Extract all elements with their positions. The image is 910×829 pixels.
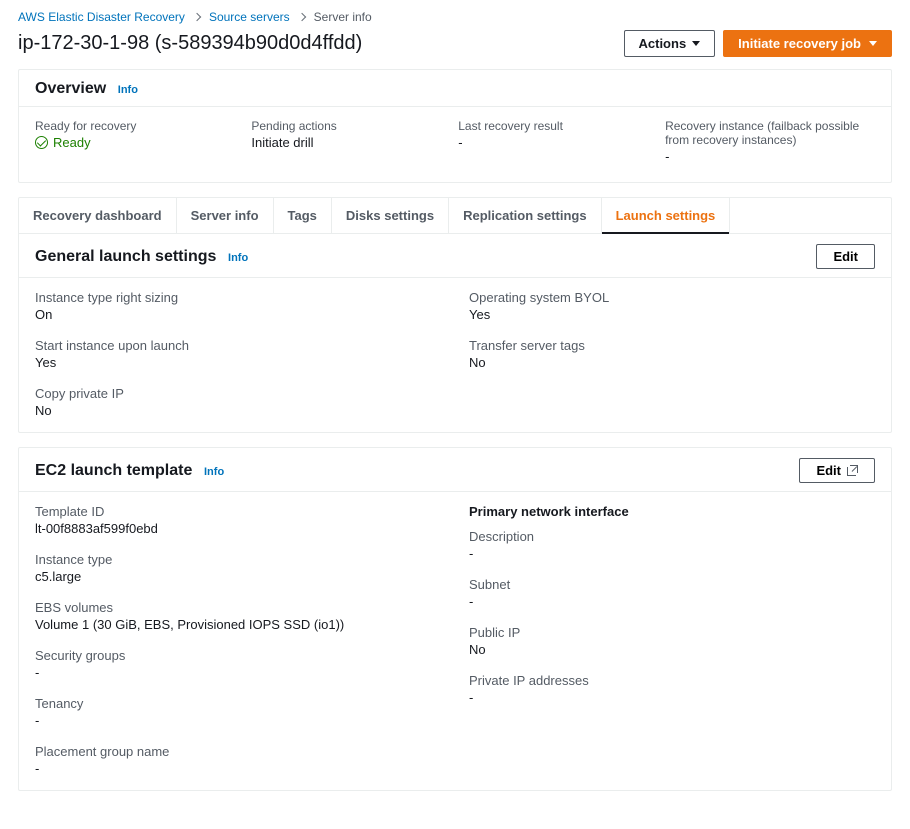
instance-type-label: Instance type	[35, 552, 441, 567]
overview-heading: Overview	[35, 80, 106, 97]
ebs-label: EBS volumes	[35, 600, 441, 615]
actions-menu-button[interactable]: Actions	[624, 30, 716, 57]
caret-down-icon	[869, 41, 877, 46]
ec2-template-heading: EC2 launch template	[35, 462, 192, 479]
tabs: Recovery dashboard Server info Tags Disk…	[18, 197, 892, 233]
right-sizing-value: On	[35, 307, 441, 322]
general-launch-info-link[interactable]: Info	[228, 252, 248, 264]
general-launch-edit-button[interactable]: Edit	[816, 244, 875, 269]
start-instance-label: Start instance upon launch	[35, 338, 441, 353]
breadcrumb-current: Server info	[314, 10, 372, 24]
pending-label: Pending actions	[251, 119, 442, 133]
overview-info-link[interactable]: Info	[118, 84, 138, 96]
placement-group-label: Placement group name	[35, 744, 441, 759]
subnet-value: -	[469, 594, 875, 609]
ec2-template-header: EC2 launch template Info Edit	[19, 448, 891, 491]
tab-disks-settings[interactable]: Disks settings	[332, 198, 449, 233]
public-ip-label: Public IP	[469, 625, 875, 640]
private-ip-value: -	[469, 690, 875, 705]
ec2-template-edit-button[interactable]: Edit	[799, 458, 875, 483]
os-byol-label: Operating system BYOL	[469, 290, 875, 305]
page-title: ip-172-30-1-98 (s-589394b90d0d4ffdd)	[18, 32, 362, 55]
breadcrumb-source-servers[interactable]: Source servers	[209, 10, 290, 24]
recovery-instance-value: -	[665, 149, 875, 164]
copy-ip-label: Copy private IP	[35, 386, 441, 401]
edit-label: Edit	[833, 249, 858, 264]
instance-type-value: c5.large	[35, 569, 441, 584]
transfer-tags-label: Transfer server tags	[469, 338, 875, 353]
description-value: -	[469, 546, 875, 561]
private-ip-label: Private IP addresses	[469, 673, 875, 688]
tab-server-info[interactable]: Server info	[177, 198, 274, 233]
transfer-tags-value: No	[469, 355, 875, 370]
ready-label: Ready for recovery	[35, 119, 235, 133]
page-header: ip-172-30-1-98 (s-589394b90d0d4ffdd) Act…	[18, 30, 892, 57]
breadcrumb: AWS Elastic Disaster Recovery Source ser…	[18, 10, 892, 24]
initiate-recovery-button[interactable]: Initiate recovery job	[723, 30, 892, 57]
overview-panel: Overview Info Ready for recovery Ready P…	[18, 69, 892, 183]
primary-network-interface-heading: Primary network interface	[469, 504, 875, 519]
caret-down-icon	[692, 41, 700, 46]
security-groups-label: Security groups	[35, 648, 441, 663]
pending-value: Initiate drill	[251, 135, 442, 150]
header-actions: Actions Initiate recovery job	[624, 30, 893, 57]
template-id-value: lt-00f8883af599f0ebd	[35, 521, 441, 536]
primary-label: Initiate recovery job	[738, 36, 861, 51]
placement-group-value: -	[35, 761, 441, 776]
ec2-template-info-link[interactable]: Info	[204, 466, 224, 478]
tenancy-value: -	[35, 713, 441, 728]
last-result-label: Last recovery result	[458, 119, 649, 133]
breadcrumb-root[interactable]: AWS Elastic Disaster Recovery	[18, 10, 185, 24]
tab-tags[interactable]: Tags	[274, 198, 332, 233]
check-circle-icon	[35, 136, 48, 149]
chevron-right-icon	[193, 13, 201, 21]
public-ip-value: No	[469, 642, 875, 657]
description-label: Description	[469, 529, 875, 544]
start-instance-value: Yes	[35, 355, 441, 370]
ready-status: Ready	[35, 135, 91, 150]
external-link-icon	[847, 465, 858, 476]
launch-settings-content: General launch settings Info Edit Instan…	[18, 233, 892, 433]
tab-launch-settings[interactable]: Launch settings	[602, 198, 731, 233]
security-groups-value: -	[35, 665, 441, 680]
last-result-value: -	[458, 135, 649, 150]
tenancy-label: Tenancy	[35, 696, 441, 711]
os-byol-value: Yes	[469, 307, 875, 322]
subnet-label: Subnet	[469, 577, 875, 592]
tab-replication-settings[interactable]: Replication settings	[449, 198, 602, 233]
edit-label: Edit	[816, 463, 841, 478]
copy-ip-value: No	[35, 403, 441, 418]
overview-header: Overview Info	[19, 70, 891, 106]
right-sizing-label: Instance type right sizing	[35, 290, 441, 305]
actions-label: Actions	[639, 36, 687, 51]
ready-value: Ready	[53, 135, 91, 150]
recovery-instance-label: Recovery instance (failback possible fro…	[665, 119, 875, 147]
general-launch-header: General launch settings Info Edit	[19, 234, 891, 277]
general-launch-heading: General launch settings	[35, 248, 216, 265]
template-id-label: Template ID	[35, 504, 441, 519]
tab-recovery-dashboard[interactable]: Recovery dashboard	[19, 198, 177, 233]
ebs-value: Volume 1 (30 GiB, EBS, Provisioned IOPS …	[35, 617, 441, 632]
ec2-template-panel: EC2 launch template Info Edit Template I…	[18, 447, 892, 791]
chevron-right-icon	[297, 13, 305, 21]
